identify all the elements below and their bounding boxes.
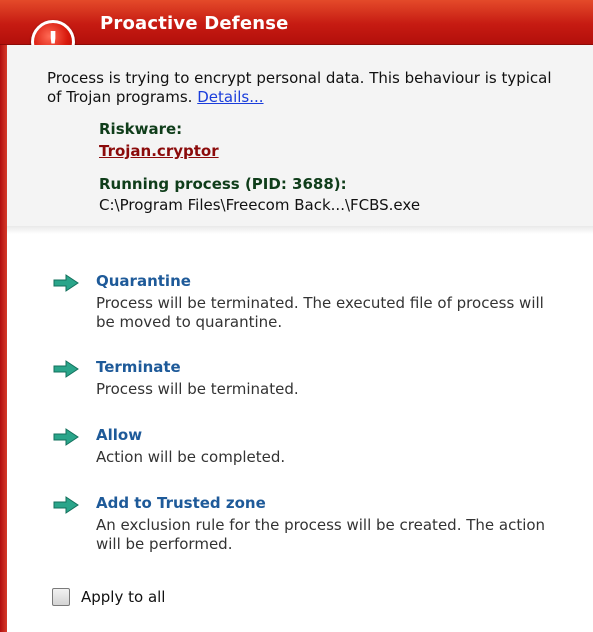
running-process-label: Running process (PID: 3688): — [99, 175, 347, 193]
action-allow-description: Action will be completed. — [96, 448, 286, 466]
process-path: C:\Program Files\Freecom Back...\FCBS.ex… — [99, 196, 421, 214]
threat-message: Process is trying to encrypt personal da… — [47, 69, 567, 107]
action-terminate-title[interactable]: Terminate — [96, 358, 181, 376]
panel-separator — [7, 226, 593, 234]
apply-to-all-label[interactable]: Apply to all — [81, 588, 165, 606]
apply-to-all-checkbox[interactable] — [52, 588, 70, 606]
window-left-border — [0, 0, 7, 632]
action-add-trusted-zone-description: An exclusion rule for the process will b… — [96, 516, 546, 553]
riskware-label: Riskware: — [99, 120, 183, 138]
threat-name-link[interactable]: Trojan.cryptor — [99, 142, 219, 160]
action-quarantine-title[interactable]: Quarantine — [96, 272, 191, 290]
green-arrow-icon — [53, 428, 79, 446]
action-terminate-description: Process will be terminated. — [96, 380, 299, 398]
action-allow-title[interactable]: Allow — [96, 426, 142, 444]
threat-message-text: Process is trying to encrypt personal da… — [47, 69, 552, 106]
action-quarantine-description: Process will be terminated. The executed… — [96, 294, 544, 331]
title-bar: Proactive Defense — [0, 0, 593, 45]
green-arrow-icon — [53, 274, 79, 292]
proactive-defense-window: Proactive Defense ! Process is trying to… — [0, 0, 593, 632]
window-title: Proactive Defense — [100, 13, 289, 34]
green-arrow-icon — [53, 360, 79, 378]
action-add-trusted-zone-title[interactable]: Add to Trusted zone — [96, 494, 266, 512]
details-link[interactable]: Details... — [197, 88, 263, 106]
apply-to-all-option[interactable]: Apply to all — [52, 588, 252, 608]
green-arrow-icon — [53, 496, 79, 514]
